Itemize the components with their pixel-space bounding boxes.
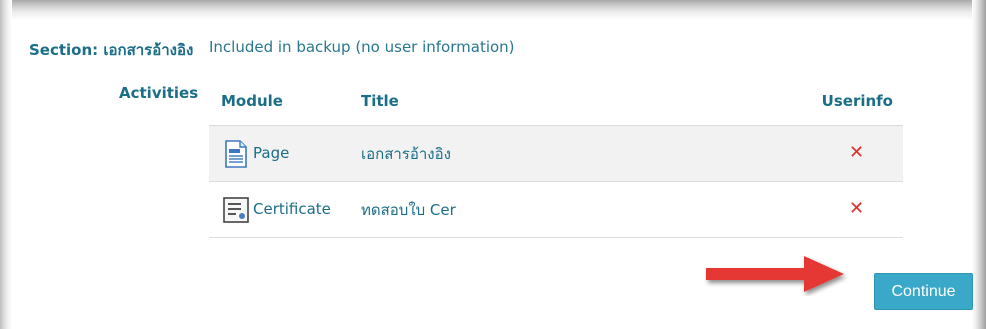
column-header-module: Module: [221, 92, 283, 110]
column-header-title: Title: [361, 92, 399, 110]
activities-label: Activities: [119, 84, 199, 102]
table-row: Page เอกสารอ้างอิง ✕: [209, 126, 903, 182]
section-label: Section: เอกสารอ้างอิง: [29, 41, 194, 59]
screenshot-frame-right: [972, 0, 986, 329]
userinfo-excluded-icon: ✕: [849, 198, 865, 219]
screenshot-frame-top: [0, 0, 986, 20]
table-row: Certificate ทดสอบใบ Cer ✕: [209, 182, 903, 238]
column-header-userinfo: Userinfo: [821, 92, 893, 110]
row-title: ทดสอบใบ Cer: [361, 201, 456, 219]
page-icon: [225, 140, 247, 168]
activities-table: Module Title Userinfo Page เอกสารอ้างอิง…: [209, 82, 903, 238]
row-title: เอกสารอ้างอิง: [361, 145, 451, 163]
screenshot-frame-left: [0, 0, 12, 329]
userinfo-excluded-icon: ✕: [849, 142, 865, 163]
row-module-name: Certificate: [253, 200, 331, 218]
row-module-name: Page: [253, 144, 290, 162]
section-backup-status: Included in backup (no user information): [209, 38, 515, 56]
certificate-icon: [223, 197, 249, 223]
arrow-pointer-icon: [706, 256, 844, 292]
continue-button[interactable]: Continue: [874, 273, 973, 310]
table-header: Module Title Userinfo: [209, 82, 903, 126]
